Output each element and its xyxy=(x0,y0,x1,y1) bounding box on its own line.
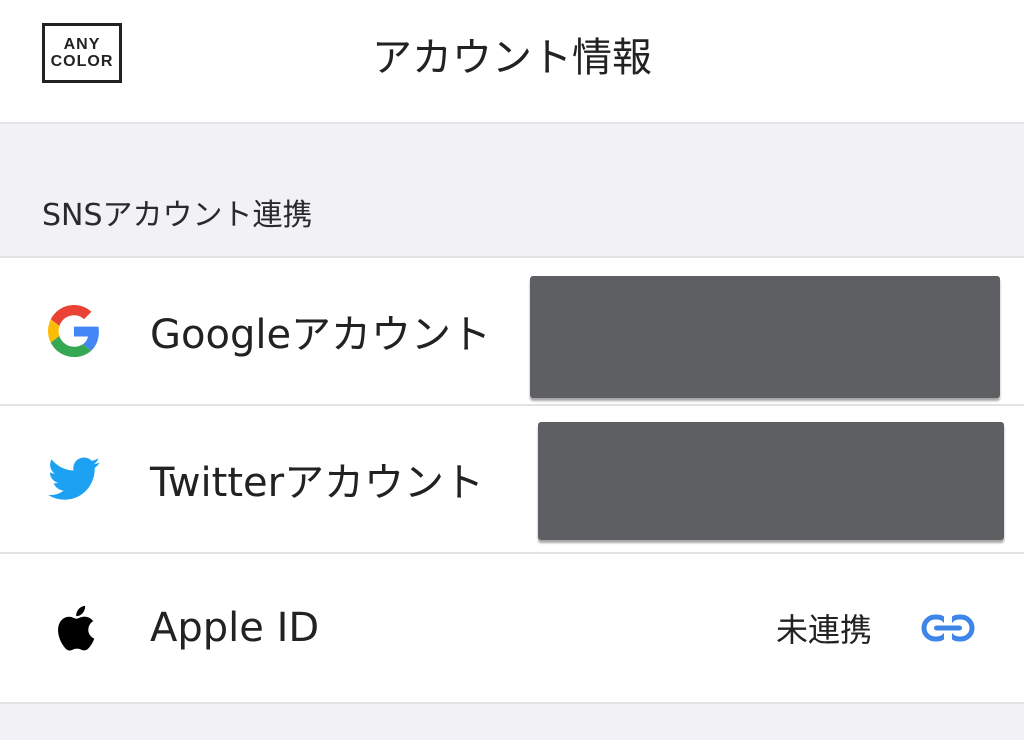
app-header: ANY COLOR アカウント情報 xyxy=(0,0,1024,124)
google-icon xyxy=(46,303,102,359)
redacted-account-info xyxy=(538,422,1004,540)
section-heading-sns: SNSアカウント連携 xyxy=(42,198,313,233)
twitter-account-label: Twitterアカウント xyxy=(150,460,485,506)
page-title: アカウント情報 xyxy=(372,35,652,81)
apple-id-row[interactable]: Apple ID 未連携 xyxy=(0,554,1024,702)
google-account-label: Googleアカウント xyxy=(150,312,492,358)
link-icon[interactable] xyxy=(920,612,976,644)
sns-account-list: Googleアカウント Twitterアカウント Apple ID 未連携 xyxy=(0,256,1024,704)
twitter-account-row[interactable]: Twitterアカウント xyxy=(0,406,1024,554)
link-status-text: 未連携 xyxy=(775,611,872,649)
apple-id-label: Apple ID xyxy=(150,605,320,651)
redacted-account-info xyxy=(530,276,1000,398)
google-account-row[interactable]: Googleアカウント xyxy=(0,258,1024,406)
apple-icon xyxy=(46,600,102,656)
twitter-icon xyxy=(46,451,102,507)
